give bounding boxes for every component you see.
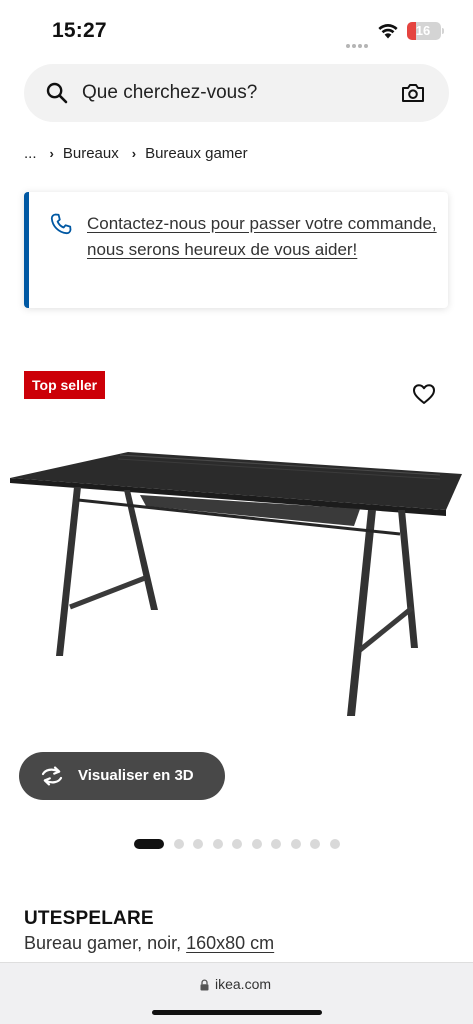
carousel-dot[interactable]	[329, 839, 340, 849]
breadcrumb-link-bureaux[interactable]: Bureaux	[63, 145, 119, 162]
carousel-dot[interactable]	[193, 839, 203, 849]
lock-icon	[200, 979, 209, 991]
breadcrumb-separator-icon: ›	[49, 145, 54, 161]
breadcrumb: ... › Bureaux › Bureaux gamer	[24, 142, 248, 164]
browser-address-bar[interactable]: ikea.com	[0, 962, 473, 1024]
heart-icon[interactable]	[412, 383, 436, 405]
browser-url[interactable]: ikea.com	[215, 976, 271, 992]
top-seller-badge: Top seller	[24, 371, 106, 399]
view-3d-button[interactable]: Visualiser en 3D	[19, 752, 225, 800]
product-image-gaming-desk[interactable]	[0, 430, 473, 730]
contact-card: Contactez-nous pour passer votre command…	[24, 192, 448, 308]
battery-icon: 16	[407, 22, 441, 40]
search-input[interactable]: Que cherchez-vous?	[82, 82, 257, 104]
wifi-icon	[378, 24, 398, 39]
phone-icon	[50, 213, 72, 235]
battery-nub	[442, 28, 444, 34]
image-carousel-indicator[interactable]	[134, 839, 349, 849]
camera-icon[interactable]	[401, 82, 425, 104]
carousel-dot[interactable]	[232, 839, 242, 849]
breadcrumb-separator-icon: ›	[131, 145, 137, 161]
product-name: UTESPELARE	[24, 908, 154, 929]
carousel-dot[interactable]	[310, 839, 320, 849]
carousel-dot[interactable]	[251, 839, 262, 849]
carousel-dot[interactable]	[290, 839, 301, 849]
status-bar: 15:27 16	[0, 0, 473, 62]
carousel-dot[interactable]	[271, 839, 281, 849]
contact-link[interactable]: Contactez-nous pour passer votre command…	[87, 211, 437, 262]
view-3d-label: Visualiser en 3D	[78, 767, 194, 784]
carousel-dot[interactable]	[173, 839, 184, 849]
breadcrumb-link-bureaux-gamer[interactable]: Bureaux gamer	[145, 145, 248, 162]
rotate-3d-icon	[41, 766, 63, 786]
carousel-dot-active[interactable]	[134, 839, 164, 849]
cellular-signal-icon	[346, 35, 370, 48]
search-bar[interactable]: Que cherchez-vous?	[24, 64, 449, 122]
product-size-link[interactable]: 160x80 cm	[186, 933, 274, 953]
product-description: Bureau gamer, noir, 160x80 cm	[24, 933, 274, 954]
battery-level: 16	[415, 23, 431, 38]
home-indicator[interactable]	[152, 1010, 322, 1015]
status-time: 15:27	[52, 19, 107, 42]
breadcrumb-ellipsis[interactable]: ...	[24, 145, 37, 162]
search-icon[interactable]	[46, 82, 68, 104]
carousel-dot[interactable]	[212, 839, 223, 849]
product-description-text: Bureau gamer, noir,	[24, 933, 182, 953]
